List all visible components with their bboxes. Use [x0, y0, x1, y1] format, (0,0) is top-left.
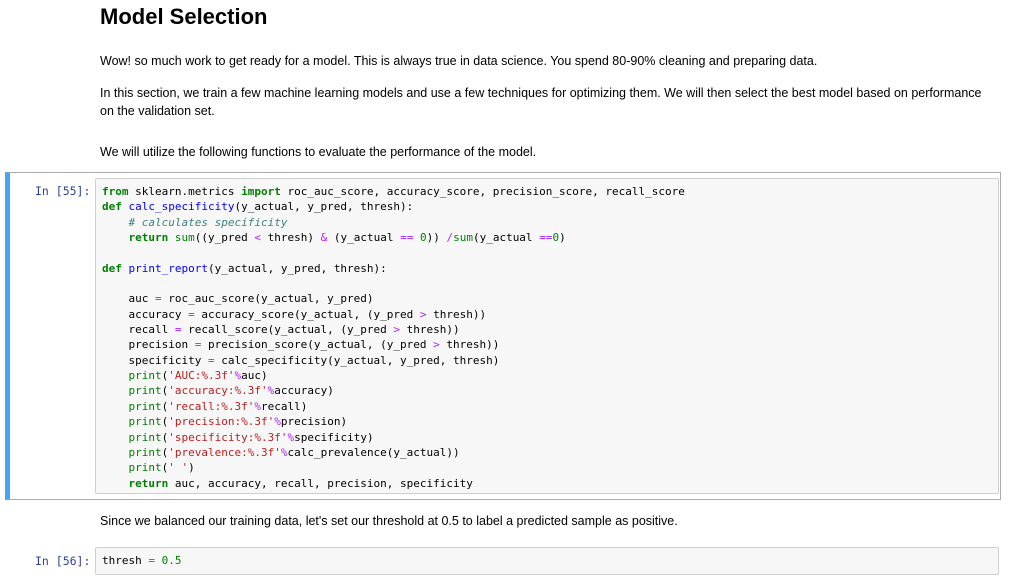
cell-prompt-56: In [56]:: [35, 554, 91, 568]
code-editor-55[interactable]: from sklearn.metrics import roc_auc_scor…: [95, 178, 999, 494]
paragraph-threshold: Since we balanced our training data, let…: [100, 514, 678, 528]
code-editor-56[interactable]: thresh = 0.5: [95, 547, 999, 575]
paragraph-functions: We will utilize the following functions …: [100, 145, 537, 159]
paragraph-intro: Wow! so much work to get ready for a mod…: [100, 54, 818, 68]
cell-prompt-55: In [55]:: [35, 184, 91, 198]
page-title: Model Selection: [100, 4, 268, 29]
paragraph-section: In this section, we train a few machine …: [100, 86, 982, 118]
